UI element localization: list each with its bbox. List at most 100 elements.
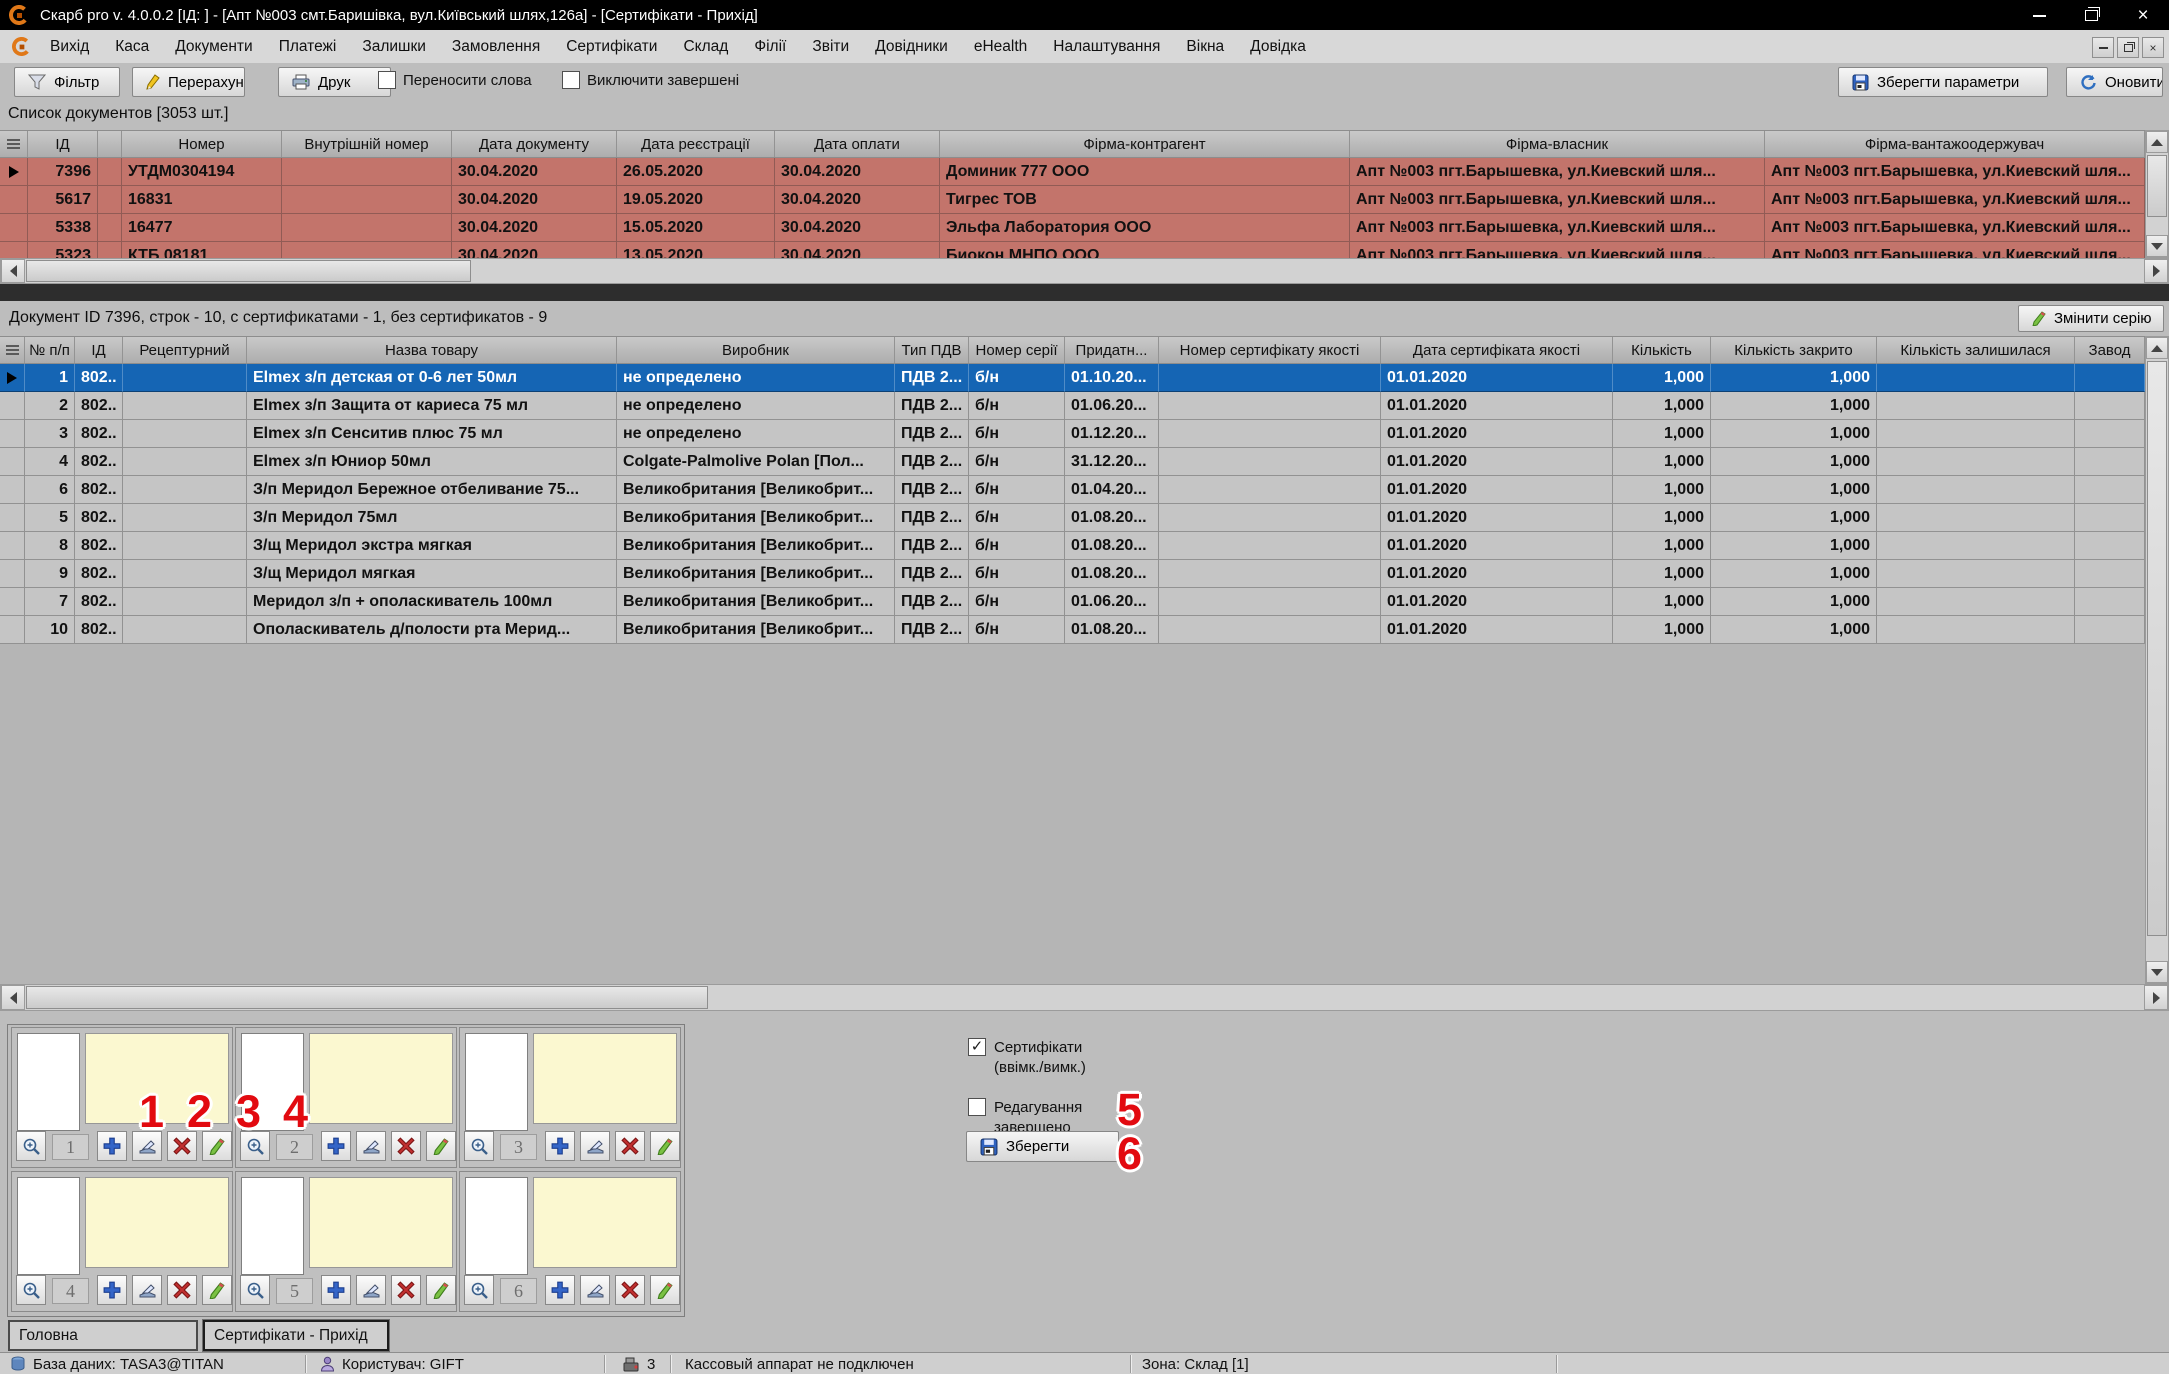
zoom-button[interactable] [16,1131,46,1161]
scan-button[interactable] [356,1275,386,1305]
add-button[interactable] [97,1275,127,1305]
add-button[interactable] [97,1131,127,1161]
app-icon-small[interactable] [12,37,31,56]
delete-button[interactable] [167,1275,197,1305]
table-row[interactable]: 4802..Elmex з/п Юниор 50млColgate-Palmol… [0,448,2145,476]
column-header[interactable]: Придатн... [1065,337,1159,363]
edit-button[interactable] [426,1275,456,1305]
table-row[interactable]: 8802..З/щ Меридол экстра мягкаяВеликобри… [0,532,2145,560]
table-row[interactable]: 7802..Меридол з/п + ополаскиватель 100мл… [0,588,2145,616]
save-button[interactable]: Зберегти [966,1131,1119,1162]
column-header[interactable]: Назва товару [247,337,617,363]
menu-item-Довідники[interactable]: Довідники [862,38,961,56]
column-header[interactable]: Дата оплати [775,131,940,157]
table-row[interactable]: 7396УТДМ030419430.04.202026.05.202030.04… [0,158,2145,186]
delete-button[interactable] [615,1275,645,1305]
menu-item-Замовлення[interactable]: Замовлення [439,38,553,56]
print-button[interactable]: Друк [278,67,391,97]
table-row[interactable]: 6802..З/п Меридол Бережное отбеливание 7… [0,476,2145,504]
edit-button[interactable] [650,1275,680,1305]
column-header[interactable]: Тип ПДВ [895,337,969,363]
table-row[interactable]: 56171683130.04.202019.05.202030.04.2020Т… [0,186,2145,214]
column-header[interactable]: Фірма-вантажоодержувач [1765,131,2145,157]
menu-item-Філії[interactable]: Філії [741,38,799,56]
scan-button[interactable] [580,1275,610,1305]
table-row[interactable]: 1802..Elmex з/п детская от 0-6 лет 50млн… [0,364,2145,392]
column-header[interactable]: Номер серії [969,337,1065,363]
certificates-toggle-checkbox[interactable]: ✓ Сертифікати (ввімк./вимк.) [968,1038,1086,1078]
menu-item-Платежі[interactable]: Платежі [266,38,350,56]
delete-button[interactable] [615,1131,645,1161]
menu-item-Документи[interactable]: Документи [162,38,265,56]
exclude-finished-checkbox[interactable]: Виключити завершені [562,71,739,89]
column-header[interactable]: Кількість [1613,337,1711,363]
table-row[interactable]: 5802..З/п Меридол 75млВеликобритания [Ве… [0,504,2145,532]
scan-button[interactable] [132,1275,162,1305]
menu-item-Вікна[interactable]: Вікна [1173,38,1237,56]
edit-button[interactable] [202,1275,232,1305]
column-header[interactable]: Дата сертифіката якості [1381,337,1613,363]
wrap-words-checkbox[interactable]: Переносити слова [378,71,532,89]
column-header[interactable]: ІД [75,337,123,363]
minimize-button[interactable] [2013,0,2065,30]
table-row[interactable]: 53381647730.04.202015.05.202030.04.2020Э… [0,214,2145,242]
column-header[interactable]: Кількість залишилася [1877,337,2075,363]
mdi-close-button[interactable]: × [2142,37,2164,58]
zoom-button[interactable] [240,1275,270,1305]
mdi-restore-button[interactable] [2117,37,2139,58]
add-button[interactable] [545,1131,575,1161]
column-header[interactable]: Внутрішній номер [282,131,452,157]
menu-item-Каса[interactable]: Каса [102,38,162,56]
column-header[interactable]: Рецептурний [123,337,247,363]
filter-button[interactable]: Фільтр [14,67,120,97]
column-header[interactable]: Номер сертифікату якості [1159,337,1381,363]
menu-item-Вихід[interactable]: Вихід [37,38,102,56]
column-header[interactable]: Виробник [617,337,895,363]
table-row[interactable]: 2802..Elmex з/п Защита от кариеса 75 млн… [0,392,2145,420]
pane-splitter[interactable] [0,284,2169,301]
column-header[interactable]: Дата реєстрації [617,131,775,157]
menu-item-Залишки[interactable]: Залишки [349,38,439,56]
column-header[interactable]: № п/п [25,337,75,363]
add-button[interactable] [321,1275,351,1305]
table-row[interactable]: 9802..З/щ Меридол мягкаяВеликобритания [… [0,560,2145,588]
menu-item-Налаштування[interactable]: Налаштування [1040,38,1173,56]
table-row[interactable]: 3802..Elmex з/п Сенситив плюс 75 млне оп… [0,420,2145,448]
save-params-button[interactable]: Зберегти параметри [1838,67,2048,97]
documents-v-scrollbar[interactable] [2145,130,2169,258]
detail-v-scrollbar[interactable] [2145,336,2169,984]
column-header[interactable]: Кількість закрито [1711,337,1877,363]
table-row[interactable]: 5323КТБ 0818130.04.202013.05.202030.04.2… [0,242,2145,258]
edit-button[interactable] [426,1131,456,1161]
restore-button[interactable] [2065,0,2117,30]
column-header[interactable] [98,131,122,157]
column-header[interactable]: Завод [2075,337,2145,363]
menu-item-Склад[interactable]: Склад [670,38,741,56]
menu-item-Сертифікати[interactable]: Сертифікати [553,38,670,56]
change-series-button[interactable]: Змінити серію [2018,305,2164,332]
menu-item-Звіти[interactable]: Звіти [799,38,862,56]
edit-button[interactable] [650,1131,680,1161]
zoom-button[interactable] [464,1131,494,1161]
refresh-button[interactable]: Оновити [2066,67,2163,97]
zoom-button[interactable] [464,1275,494,1305]
scan-button[interactable] [580,1131,610,1161]
menu-item-Довідка[interactable]: Довідка [1237,38,1319,56]
add-button[interactable] [321,1131,351,1161]
tab-certificates[interactable]: Сертифікати - Прихід [203,1320,389,1351]
delete-button[interactable] [391,1131,421,1161]
column-header[interactable]: Номер [122,131,282,157]
detail-h-scrollbar[interactable] [0,984,2169,1011]
zoom-button[interactable] [16,1275,46,1305]
table-row[interactable]: 10802..Ополаскиватель д/полости рта Мери… [0,616,2145,644]
delete-button[interactable] [391,1275,421,1305]
column-header[interactable]: Дата документу [452,131,617,157]
column-header[interactable]: ІД [28,131,98,157]
mdi-minimize-button[interactable] [2092,37,2114,58]
recalculate-button[interactable]: Перерахунк [132,67,245,97]
menu-item-eHealth[interactable]: eHealth [961,38,1040,56]
add-button[interactable] [545,1275,575,1305]
scan-button[interactable] [356,1131,386,1161]
close-button[interactable]: × [2117,0,2169,30]
tab-main[interactable]: Головна [8,1320,198,1351]
